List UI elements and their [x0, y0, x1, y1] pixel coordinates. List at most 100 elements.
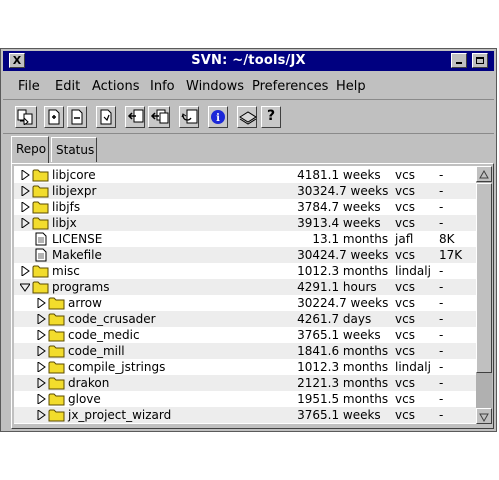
- item-size: -: [439, 264, 444, 278]
- folder-icon: [32, 169, 49, 182]
- info-icon: i: [211, 110, 225, 124]
- item-author: vcs: [395, 184, 415, 198]
- collapsed-triangle-icon[interactable]: [36, 314, 46, 324]
- menu-edit[interactable]: Edit: [55, 79, 80, 94]
- item-author: lindalj: [395, 360, 431, 374]
- tab-status[interactable]: Status: [51, 137, 97, 162]
- item-revision: 429: [297, 280, 320, 294]
- item-size: -: [439, 392, 444, 406]
- menu-preferences[interactable]: Preferences: [252, 79, 328, 94]
- item-age: 3.4 weeks: [320, 216, 381, 230]
- item-author: vcs: [395, 168, 415, 182]
- list-row[interactable]: code_mill 184 1.6 months vcs -: [14, 343, 476, 359]
- maximize-button[interactable]: [472, 53, 488, 68]
- menu-bar: File Edit Actions Info Windows Preferenc…: [3, 73, 494, 100]
- list-row[interactable]: compile_jstrings 101 2.3 months lindalj -: [14, 359, 476, 375]
- list-row[interactable]: misc 101 2.3 months lindalj -: [14, 263, 476, 279]
- update-button[interactable]: [15, 106, 37, 128]
- list-row[interactable]: drakon 212 1.3 months vcs -: [14, 375, 476, 391]
- item-size: -: [439, 168, 444, 182]
- collapsed-triangle-icon[interactable]: [20, 266, 30, 276]
- remove-button[interactable]: [67, 106, 87, 128]
- file-icon: [35, 232, 47, 246]
- item-revision: 101: [297, 264, 320, 278]
- revert-icon: [181, 109, 198, 124]
- file-icon: [35, 248, 47, 262]
- collapsed-triangle-icon[interactable]: [36, 362, 46, 372]
- list-row[interactable]: LICENSE 1 3.1 months jafl 8K: [14, 231, 476, 247]
- remove-icon: [71, 109, 83, 125]
- scroll-up-button[interactable]: [476, 166, 492, 182]
- list-row[interactable]: code_medic 376 5.1 weeks vcs -: [14, 327, 476, 343]
- menu-info[interactable]: Info: [150, 79, 175, 94]
- list-row[interactable]: libjcore 418 1.1 weeks vcs -: [14, 167, 476, 183]
- item-age: 2.3 months: [320, 360, 389, 374]
- item-author: vcs: [395, 408, 415, 422]
- list-row[interactable]: libjx 391 3.4 weeks vcs -: [14, 215, 476, 231]
- repo-tree[interactable]: libjcore 418 1.1 weeks vcs - libjexpr 303 24.7 …: [14, 166, 476, 424]
- list-row[interactable]: programs 429 1.1 hours vcs -: [14, 279, 476, 295]
- collapsed-triangle-icon[interactable]: [36, 378, 46, 388]
- folder-icon: [48, 313, 65, 326]
- list-row[interactable]: libjfs 378 4.7 weeks vcs -: [14, 199, 476, 215]
- repository-button[interactable]: [237, 106, 257, 128]
- commit-all-button[interactable]: [148, 106, 170, 128]
- item-age: 1.1 weeks: [320, 168, 381, 182]
- vertical-scrollbar[interactable]: [476, 166, 492, 424]
- collapsed-triangle-icon[interactable]: [36, 330, 46, 340]
- item-revision: 302: [297, 296, 320, 310]
- maximize-icon: [476, 57, 484, 64]
- title-bar[interactable]: X SVN: ~/tools/JX: [3, 51, 494, 71]
- repository-icon: [239, 111, 257, 125]
- item-size: -: [439, 408, 444, 422]
- list-row[interactable]: Makefile 304 24.7 weeks vcs 17K: [14, 247, 476, 263]
- info-button[interactable]: i: [208, 106, 228, 128]
- menu-help[interactable]: Help: [336, 79, 366, 94]
- resolve-button[interactable]: [96, 106, 116, 128]
- commit-icon: [127, 109, 144, 123]
- item-size: -: [439, 376, 444, 390]
- item-name: drakon: [68, 376, 110, 390]
- collapsed-triangle-icon[interactable]: [20, 202, 30, 212]
- item-name: libjx: [52, 216, 77, 230]
- item-age: 2.3 months: [320, 264, 389, 278]
- minimize-button[interactable]: [451, 53, 467, 68]
- collapsed-triangle-icon[interactable]: [20, 170, 30, 180]
- expanded-triangle-icon[interactable]: [20, 282, 30, 292]
- item-age: 5.1 weeks: [320, 408, 381, 422]
- item-name: LICENSE: [52, 232, 103, 246]
- collapsed-triangle-icon[interactable]: [36, 346, 46, 356]
- folder-icon: [32, 265, 49, 278]
- list-row[interactable]: code_crusader 426 1.7 days vcs -: [14, 311, 476, 327]
- item-author: vcs: [395, 328, 415, 342]
- item-revision: 303: [297, 184, 320, 198]
- item-size: -: [439, 312, 444, 326]
- add-button[interactable]: [44, 106, 64, 128]
- menu-file[interactable]: File: [18, 79, 40, 94]
- collapsed-triangle-icon[interactable]: [36, 410, 46, 420]
- revert-button[interactable]: [179, 106, 199, 128]
- list-row[interactable]: glove 195 1.5 months vcs -: [14, 391, 476, 407]
- list-row[interactable]: libjexpr 303 24.7 weeks vcs -: [14, 183, 476, 199]
- commit-button[interactable]: [125, 106, 145, 128]
- item-name: jx_project_wizard: [68, 408, 172, 422]
- scroll-thumb[interactable]: [476, 183, 492, 373]
- tab-repo[interactable]: Repo: [11, 136, 49, 163]
- list-row[interactable]: arrow 302 24.7 weeks vcs -: [14, 295, 476, 311]
- item-name: code_mill: [68, 344, 125, 358]
- collapsed-triangle-icon[interactable]: [20, 186, 30, 196]
- item-author: vcs: [395, 392, 415, 406]
- list-row[interactable]: jx_project_wizard 376 5.1 weeks vcs -: [14, 407, 476, 423]
- folder-icon: [48, 329, 65, 342]
- item-revision: 378: [297, 200, 320, 214]
- item-revision: 184: [297, 344, 320, 358]
- menu-windows[interactable]: Windows: [186, 79, 244, 94]
- collapsed-triangle-icon[interactable]: [36, 394, 46, 404]
- scroll-down-button[interactable]: [476, 408, 492, 424]
- menu-actions[interactable]: Actions: [92, 79, 140, 94]
- folder-icon: [48, 377, 65, 390]
- collapsed-triangle-icon[interactable]: [20, 218, 30, 228]
- folder-icon: [48, 393, 65, 406]
- collapsed-triangle-icon[interactable]: [36, 298, 46, 308]
- help-button[interactable]: ?: [261, 106, 281, 128]
